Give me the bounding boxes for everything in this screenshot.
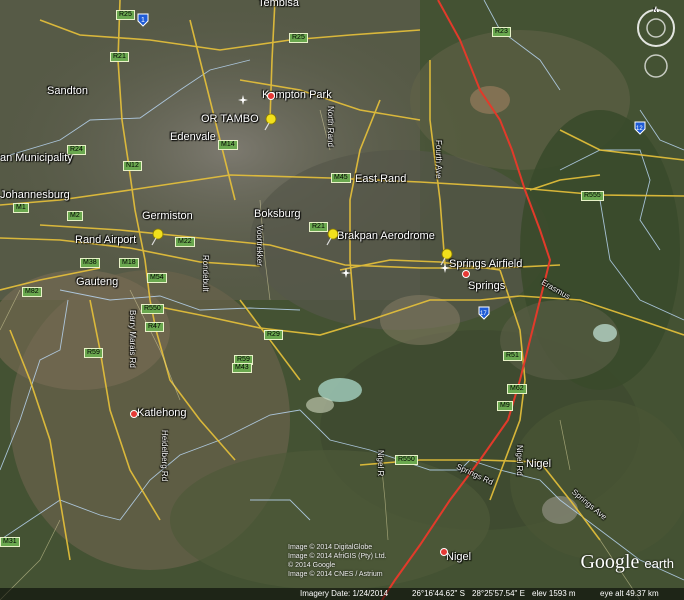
- place-label: Edenvale: [170, 131, 216, 143]
- road-shield: R25: [116, 10, 135, 20]
- road-shield: M9: [497, 401, 513, 411]
- street-label: Nigel R: [376, 450, 385, 477]
- road-shield: M18: [119, 258, 139, 268]
- imagery-credit: Image © 2014 AfriGIS (Pty) Ltd.: [288, 553, 387, 560]
- place-label: Johannesburg: [0, 189, 70, 201]
- eye-altitude-readout: eye alt 49.37 km: [600, 589, 659, 598]
- place-label: Springs Airfield: [449, 258, 523, 270]
- n17-shield-icon: 17: [478, 306, 490, 320]
- n1-shield-icon: 1: [137, 13, 149, 27]
- road-shield: M43: [232, 363, 252, 373]
- street-label: North Rand: [326, 106, 335, 147]
- airport-icon: [238, 95, 248, 105]
- road-shield: R59: [84, 348, 103, 358]
- road-shield: R25: [289, 33, 308, 43]
- place-label: Springs: [468, 280, 506, 292]
- map-canvas: [0, 0, 684, 600]
- pan-water: [593, 324, 617, 342]
- place-label: Sandton: [47, 85, 88, 97]
- google-earth-logo: Google earth: [580, 551, 674, 573]
- road-shield: R29: [264, 330, 283, 340]
- svg-text:1: 1: [141, 17, 145, 24]
- road-shield: R555: [581, 191, 604, 201]
- svg-text:N: N: [653, 8, 657, 14]
- road-shield: M45: [331, 173, 351, 183]
- street-label: Barry Marais Rd: [128, 310, 137, 368]
- imagery-credit: Image © 2014 CNES / Astrium: [288, 571, 383, 578]
- pushpin-icon[interactable]: [150, 228, 164, 246]
- road-shield: N12: [123, 161, 142, 171]
- place-label: Nigel: [526, 458, 552, 470]
- place-label: Nigel: [446, 551, 472, 563]
- place-label: Tembisa: [258, 0, 299, 9]
- road-shield: M31: [0, 537, 20, 547]
- street-label: Fourth Ave: [434, 140, 443, 179]
- imagery-credit: Image © 2014 DigitalGlobe: [288, 544, 373, 551]
- road-shield: R51: [503, 351, 522, 361]
- elevation-readout: elev 1593 m: [532, 589, 576, 598]
- street-label: Heidelberg Rd: [160, 430, 169, 482]
- road-shield: M22: [175, 237, 195, 247]
- road-shield: M14: [218, 140, 238, 150]
- place-dot: [130, 410, 138, 418]
- road-shield: R23: [492, 27, 511, 37]
- place-dot: [267, 92, 275, 100]
- street-label: Voortrekker: [255, 225, 264, 266]
- road-shield: M2: [67, 211, 83, 221]
- road-shield: R550: [395, 455, 418, 465]
- place-dot: [462, 270, 470, 278]
- road-shield: M62: [507, 384, 527, 394]
- road-shield: M82: [22, 287, 42, 297]
- place-label: OR TAMBO: [201, 113, 259, 125]
- latitude-readout: 26°16'44.62" S: [412, 589, 465, 598]
- pushpin-icon[interactable]: [325, 228, 339, 246]
- place-label: Rand Airport: [75, 234, 137, 246]
- imagery-credit: © 2014 Google: [288, 562, 336, 569]
- compass-icon[interactable]: N: [632, 4, 680, 84]
- place-label: Boksburg: [254, 208, 301, 220]
- satellite-map[interactable]: N 1 12 17 R25 R21 R25 R23 R24 N12 M1 M2 …: [0, 0, 684, 600]
- svg-text:17: 17: [480, 311, 487, 317]
- pushpin-icon[interactable]: [263, 113, 277, 131]
- road-shield: M1: [13, 203, 29, 213]
- place-label: Gauteng: [76, 276, 119, 288]
- place-label: East Rand: [355, 173, 407, 185]
- n12-shield-icon: 12: [634, 121, 646, 135]
- place-label: Brakpan Aerodrome: [337, 230, 435, 242]
- place-label: Katlehong: [137, 407, 187, 419]
- road-shield: M38: [80, 258, 100, 268]
- imagery-date: Imagery Date: 1/24/2014: [300, 589, 389, 598]
- svg-text:12: 12: [636, 126, 643, 132]
- airport-icon: [440, 263, 450, 273]
- airport-icon: [341, 268, 351, 278]
- longitude-readout: 28°25'57.54" E: [472, 589, 525, 598]
- status-bar: Imagery Date: 1/24/2014 26°16'44.62" S 2…: [0, 588, 684, 600]
- road-shield: M54: [147, 273, 167, 283]
- street-label: Rondebult: [201, 255, 210, 292]
- place-dot: [440, 548, 448, 556]
- street-label: Nigel Rd: [515, 445, 524, 476]
- place-label: an Municipality: [0, 152, 73, 164]
- road-shield: R47: [145, 322, 164, 332]
- road-shield: R21: [110, 52, 129, 62]
- road-shield: R550: [141, 304, 164, 314]
- place-label: Germiston: [142, 210, 193, 222]
